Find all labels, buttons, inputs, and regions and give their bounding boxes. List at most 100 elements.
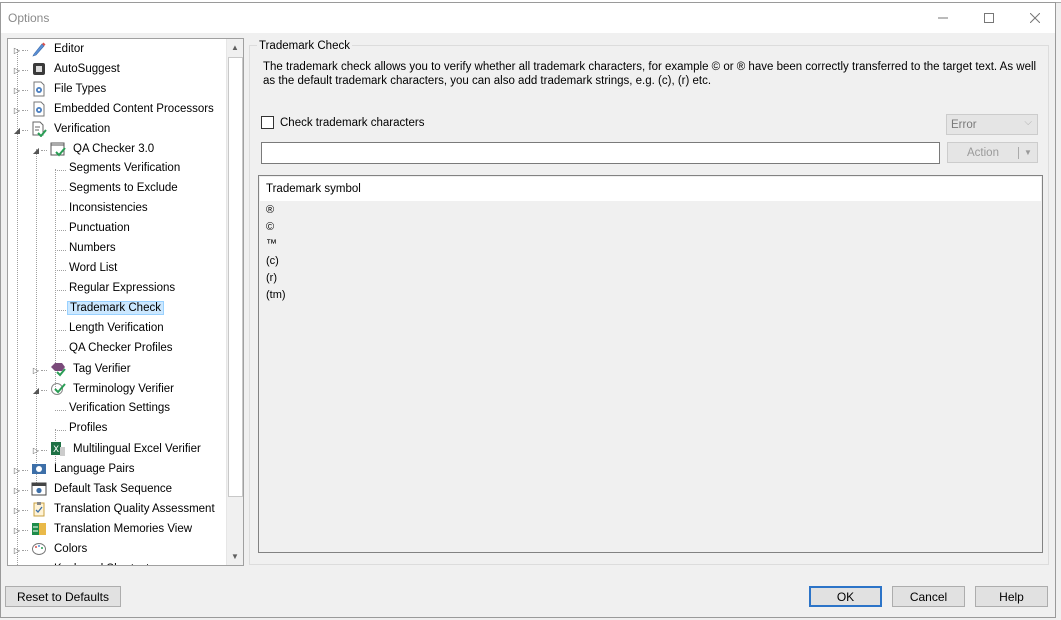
reset-to-defaults-button[interactable]: Reset to Defaults	[5, 586, 121, 607]
expand-arrow-icon[interactable]: ▷	[12, 485, 22, 495]
tree-item-inconsistencies[interactable]: Inconsistencies	[8, 200, 226, 220]
collapse-arrow-icon[interactable]: ◢	[31, 145, 41, 155]
tree-item-content[interactable]: Translation Memories View	[31, 521, 194, 537]
maximize-button[interactable]	[966, 3, 1012, 33]
tree-item-word-list[interactable]: Word List	[8, 260, 226, 280]
tree-item-segments-to-exclude[interactable]: Segments to Exclude	[8, 180, 226, 200]
tree-item-content[interactable]: Length Verification	[67, 321, 166, 335]
collapse-arrow-icon[interactable]: ◢	[31, 385, 41, 395]
expand-arrow-icon[interactable]: ▷	[12, 85, 22, 95]
tree-item-content[interactable]: Segments Verification	[67, 161, 182, 175]
tree-item-content[interactable]: Language Pairs	[31, 461, 137, 477]
action-split-button[interactable]: Action ▼	[947, 142, 1038, 163]
help-button[interactable]: Help	[975, 586, 1048, 607]
tree-item-qa-checker-3-0[interactable]: ◢ QA Checker 3.0	[8, 140, 226, 160]
tree-item-numbers[interactable]: Numbers	[8, 240, 226, 260]
list-item[interactable]: ®	[266, 201, 274, 218]
trademark-symbol-list[interactable]: Trademark symbol ® © ™ (c) (r) (tm)	[258, 175, 1043, 553]
tree-item-content[interactable]: AutoSuggest	[31, 61, 122, 77]
expand-arrow-icon[interactable]: ▷	[12, 525, 22, 535]
tree-item-profiles[interactable]: Profiles	[8, 420, 226, 440]
tree-item-colors[interactable]: ▷ Colors	[8, 540, 226, 560]
expand-arrow-icon[interactable]: ▷	[31, 445, 41, 455]
tree-item-content[interactable]: Segments to Exclude	[67, 181, 180, 195]
list-item[interactable]: (tm)	[266, 286, 286, 303]
tree-item-content[interactable]: Punctuation	[67, 221, 132, 235]
tree-item-verification-settings[interactable]: Verification Settings	[8, 400, 226, 420]
tree-item-multilingual-excel-verifier[interactable]: ▷ X Multilingual Excel Verifier	[8, 440, 226, 460]
expand-arrow-icon[interactable]: ▷	[12, 565, 22, 566]
expand-arrow-icon[interactable]: ▷	[12, 45, 22, 55]
tree-item-language-pairs[interactable]: ▷ Language Pairs	[8, 460, 226, 480]
close-button[interactable]	[1012, 3, 1058, 33]
tree-item-content[interactable]: Keyboard Shortcuts	[31, 561, 157, 565]
tree-item-content[interactable]: Tag Verifier	[50, 361, 133, 377]
expand-arrow-icon[interactable]: ▷	[12, 65, 22, 75]
tree-item-content[interactable]: File Types	[31, 81, 108, 97]
tree-item-content[interactable]: Word List	[67, 261, 119, 275]
expand-arrow-icon[interactable]: ▷	[12, 505, 22, 515]
tree-item-default-task-sequence[interactable]: ▷ Default Task Sequence	[8, 480, 226, 500]
tree-item-content[interactable]: QA Checker 3.0	[50, 141, 156, 157]
keyboard-icon	[31, 561, 47, 565]
tree-item-embedded-content-processors[interactable]: ▷ Embedded Content Processors	[8, 100, 226, 120]
tree-item-file-types[interactable]: ▷ File Types	[8, 80, 226, 100]
cancel-button[interactable]: Cancel	[892, 586, 965, 607]
list-item[interactable]: ™	[266, 235, 277, 252]
list-item[interactable]: ©	[266, 218, 274, 235]
tree-item-content[interactable]: Verification Settings	[67, 401, 172, 415]
tree-item-content[interactable]: Colors	[31, 541, 89, 557]
tree-item-content[interactable]: Editor	[31, 41, 86, 57]
tree-connector	[22, 70, 28, 71]
tree-item-editor[interactable]: ▷ Editor	[8, 40, 226, 60]
tree-item-qa-checker-profiles[interactable]: QA Checker Profiles	[8, 340, 226, 360]
tree-item-length-verification[interactable]: Length Verification	[8, 320, 226, 340]
options-tree[interactable]: ▲ ▼ ▷ Editor ▷ AutoSuggest ▷ File Types ▷ Embed…	[7, 38, 244, 566]
column-header-trademark-symbol[interactable]: Trademark symbol	[260, 177, 1041, 201]
tree-item-verification[interactable]: ◢ Verification	[8, 120, 226, 140]
list-item[interactable]: (c)	[266, 252, 279, 269]
scroll-up-button[interactable]: ▲	[227, 39, 243, 56]
scroll-thumb[interactable]	[228, 57, 243, 497]
expand-arrow-icon[interactable]: ▷	[12, 105, 22, 115]
trademark-string-input[interactable]	[261, 142, 940, 164]
severity-dropdown[interactable]: Error ⌵	[946, 114, 1038, 135]
check-trademark-row[interactable]: Check trademark characters	[261, 116, 424, 129]
tree-scrollbar[interactable]: ▲ ▼	[226, 39, 243, 565]
tree-item-content[interactable]: Inconsistencies	[67, 201, 150, 215]
tree-item-segments-verification[interactable]: Segments Verification	[8, 160, 226, 180]
tree-item-content[interactable]: Translation Quality Assessment	[31, 501, 217, 517]
tree-item-regular-expressions[interactable]: Regular Expressions	[8, 280, 226, 300]
description-text: The trademark check allows you to verify…	[263, 61, 1037, 87]
collapse-arrow-icon[interactable]: ◢	[12, 125, 22, 135]
tree-item-content[interactable]: Terminology Verifier	[50, 381, 176, 397]
tree-item-punctuation[interactable]: Punctuation	[8, 220, 226, 240]
dropdown-arrow-icon[interactable]: ▼	[1019, 148, 1037, 157]
tree-item-content[interactable]: Default Task Sequence	[31, 481, 174, 497]
tree-item-content[interactable]: QA Checker Profiles	[67, 341, 175, 355]
tree-item-trademark-check[interactable]: Trademark Check	[8, 300, 226, 320]
tree-item-content[interactable]: Numbers	[67, 241, 118, 255]
tree-item-keyboard-shortcuts[interactable]: ▷ Keyboard Shortcuts	[8, 560, 226, 566]
list-item[interactable]: (r)	[266, 269, 277, 286]
expand-arrow-icon[interactable]: ▷	[12, 545, 22, 555]
tree-item-translation-memories-view[interactable]: ▷ Translation Memories View	[8, 520, 226, 540]
tree-item-autosuggest[interactable]: ▷ AutoSuggest	[8, 60, 226, 80]
tree-item-terminology-verifier[interactable]: ◢ Terminology Verifier	[8, 380, 226, 400]
tree-item-translation-quality-assessment[interactable]: ▷ Translation Quality Assessment	[8, 500, 226, 520]
tree-item-content[interactable]: Regular Expressions	[67, 281, 177, 295]
scroll-down-button[interactable]: ▼	[227, 548, 243, 565]
tree-item-label: Segments Verification	[69, 162, 181, 174]
expand-arrow-icon[interactable]: ▷	[31, 365, 41, 375]
tree-item-content[interactable]: Profiles	[67, 421, 109, 435]
tree-item-tag-verifier[interactable]: ▷ Tag Verifier	[8, 360, 226, 380]
expand-arrow-icon[interactable]: ▷	[12, 465, 22, 475]
check-trademark-checkbox[interactable]	[261, 116, 274, 129]
tree-item-content[interactable]: Trademark Check	[67, 301, 164, 315]
minimize-button[interactable]	[920, 3, 966, 33]
tree-item-content[interactable]: Verification	[31, 121, 112, 137]
ok-button[interactable]: OK	[809, 586, 882, 607]
tree-item-content[interactable]: Embedded Content Processors	[31, 101, 216, 117]
tree-item-content[interactable]: X Multilingual Excel Verifier	[50, 441, 203, 457]
title-bar: Options	[1, 3, 1055, 33]
